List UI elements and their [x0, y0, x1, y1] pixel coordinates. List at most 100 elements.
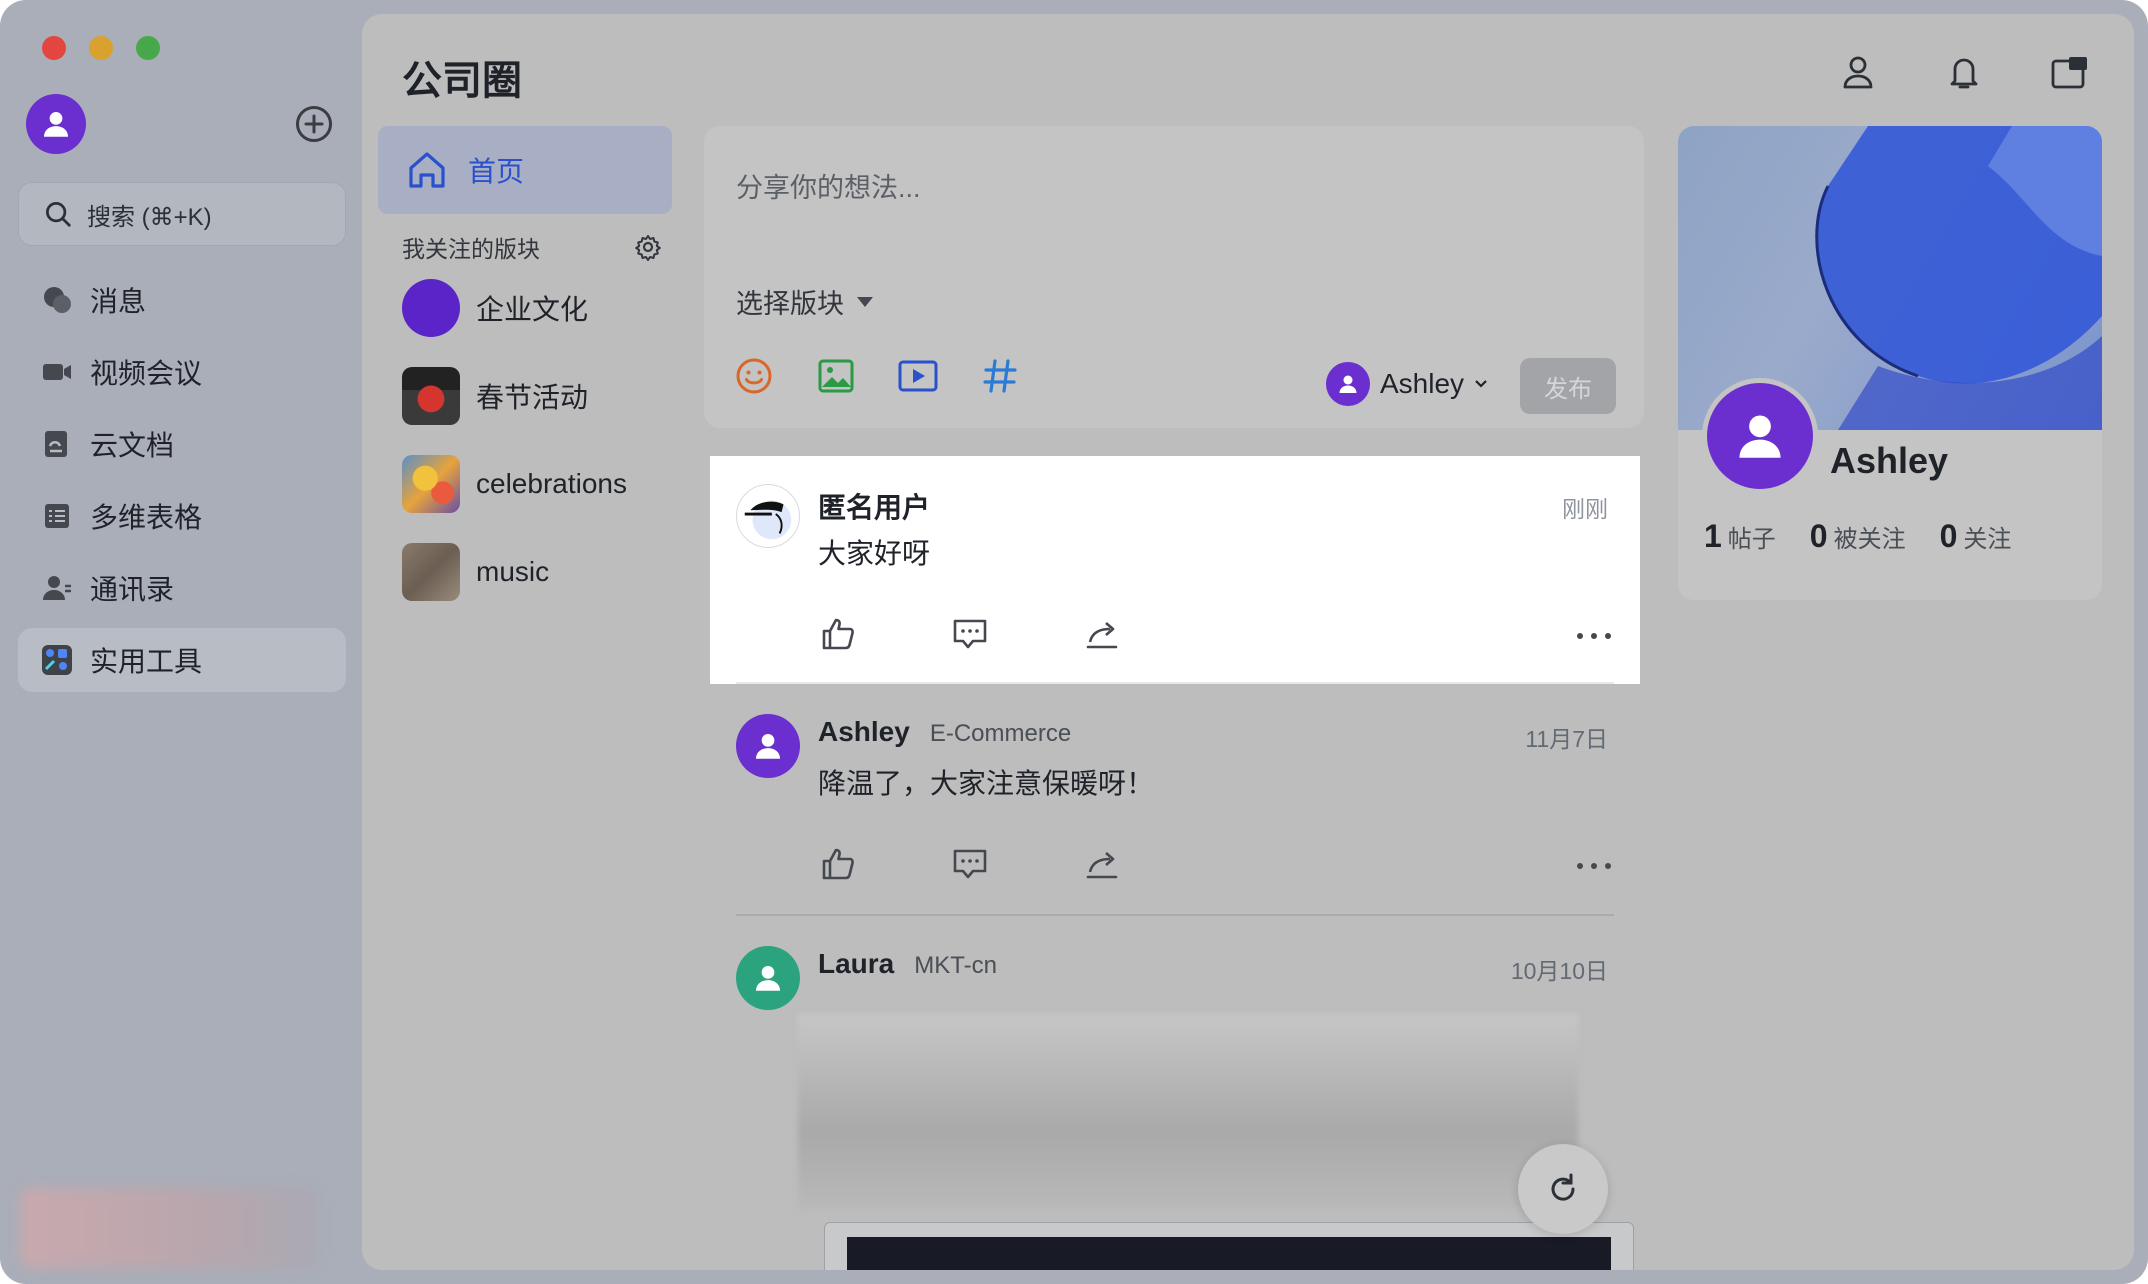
board-thumbnail [402, 279, 460, 337]
stat-following[interactable]: 0 关注 [1940, 518, 2012, 555]
anonymous-avatar[interactable] [736, 484, 800, 548]
settings-gear-icon[interactable] [634, 233, 662, 261]
board-item-celebrations[interactable]: celebrations [378, 440, 672, 528]
add-button[interactable] [296, 106, 332, 142]
person-icon [755, 965, 781, 991]
feed-post[interactable]: 匿名用户 刚刚 大家好呀 [710, 456, 1640, 684]
board-label: celebrations [476, 468, 627, 499]
chat-bubbles-icon [40, 283, 74, 317]
sidebar-item-cloud-docs[interactable]: 云文档 [18, 412, 346, 476]
person-icon[interactable] [1836, 50, 1880, 94]
bell-icon[interactable] [1942, 50, 1986, 94]
post-author-avatar[interactable] [736, 946, 800, 1010]
sidebar-item-messages[interactable]: 消息 [18, 268, 346, 332]
select-board-label: 选择版块 [736, 289, 844, 319]
contacts-icon [40, 571, 74, 605]
post-divider [736, 682, 1614, 684]
post-attachment-preview[interactable] [824, 1222, 1634, 1270]
user-avatar[interactable] [26, 94, 86, 154]
search-icon [46, 202, 71, 227]
attachment-dark-area [847, 1237, 1611, 1270]
board-thumbnail [402, 543, 460, 601]
like-icon[interactable] [818, 844, 858, 884]
feed-post[interactable]: Ashley E-Commerce 11月7日 降温了，大家注意保暖呀！ [710, 686, 1640, 916]
composer-input[interactable]: 分享你的想法... [736, 166, 921, 205]
sidebar-item-video-meeting[interactable]: 视频会议 [18, 340, 346, 404]
app-window: 搜索 (⌘+K) 消息 视频会议 云文档 多维表格 通讯录 实用工具 公司圈 首… [0, 0, 2148, 1284]
post-divider [736, 914, 1614, 916]
post-author-department: E-Commerce [929, 720, 1072, 747]
select-board-dropdown[interactable]: 选择版块 [736, 282, 874, 321]
comment-icon[interactable] [950, 614, 990, 654]
board-item-spring-festival[interactable]: 春节活动 [378, 352, 672, 440]
post-author: Ashley E-Commerce [818, 716, 1071, 748]
hashtag-icon[interactable] [980, 356, 1020, 396]
sidebar-item-contacts[interactable]: 通讯录 [18, 556, 346, 620]
stat-label: 帖子 [1727, 526, 1776, 553]
sidebar-item-label: 视频会议 [90, 358, 203, 389]
post-author-name[interactable]: Laura [818, 948, 894, 980]
person-icon [1739, 415, 1781, 458]
post-text: 降温了，大家注意保暖呀！ [818, 768, 1155, 799]
video-icon[interactable] [898, 356, 938, 396]
stat-followers[interactable]: 0 被关注 [1810, 518, 1906, 555]
stat-label: 关注 [1963, 526, 2012, 553]
profile-name[interactable]: Ashley [1830, 440, 1948, 482]
share-icon[interactable] [1082, 844, 1122, 884]
post-author-avatar[interactable] [736, 714, 800, 778]
refresh-button[interactable] [1518, 1144, 1608, 1234]
home-icon [409, 152, 445, 188]
person-icon [43, 111, 69, 137]
stat-posts[interactable]: 1 帖子 [1704, 518, 1776, 555]
sidebar-item-label: 多维表格 [90, 502, 203, 533]
post-author-name[interactable]: Ashley [818, 716, 910, 748]
followed-boards-title: 我关注的版块 [402, 236, 540, 262]
profile-stats: 1 帖子 0 被关注 0 关注 [1704, 518, 2011, 555]
post-actions [818, 844, 1122, 884]
followed-boards-header: 我关注的版块 [402, 230, 662, 264]
sidebar-nav: 消息 视频会议 云文档 多维表格 通讯录 实用工具 [18, 268, 346, 700]
composer-toolbar [734, 356, 1020, 396]
sidebar-item-tools[interactable]: 实用工具 [18, 628, 346, 692]
composer-user-name: Ashley [1380, 368, 1465, 399]
refresh-icon [1551, 1173, 1575, 1201]
cloud-doc-icon [40, 427, 74, 461]
publish-button[interactable]: 发布 [1520, 358, 1616, 414]
like-icon[interactable] [818, 614, 858, 654]
home-button[interactable]: 首页 [378, 126, 672, 214]
blurred-region [20, 1188, 318, 1268]
feed-post[interactable]: Laura MKT-cn 10月10日 [710, 918, 1640, 1270]
share-icon[interactable] [1082, 614, 1122, 654]
post-composer: 分享你的想法... 选择版块 Ashley 发布 [704, 126, 1644, 428]
main-panel: 公司圈 首页 我关注的版块 企业文化 春节活动 celebrations mus… [362, 14, 2134, 1270]
image-icon[interactable] [816, 356, 856, 396]
tools-icon [40, 643, 74, 677]
post-author-name[interactable]: 匿名用户 [818, 486, 930, 526]
post-author-department: MKT-cn [914, 952, 997, 979]
stat-label: 被关注 [1833, 526, 1906, 553]
sidebar-item-label: 云文档 [90, 430, 175, 461]
post-author: 匿名用户 [818, 486, 930, 526]
more-options-icon[interactable] [1574, 616, 1614, 656]
post-image-blurred[interactable] [798, 1014, 1578, 1210]
header-actions [1836, 50, 2092, 94]
plus-icon [304, 114, 324, 134]
board-item-music[interactable]: music [378, 528, 672, 616]
app-sidebar: 搜索 (⌘+K) 消息 视频会议 云文档 多维表格 通讯录 实用工具 [0, 0, 360, 1284]
board-item-culture[interactable]: 企业文化 [378, 264, 672, 352]
new-window-icon[interactable] [2048, 50, 2092, 94]
post-timestamp: 刚刚 [1562, 496, 1608, 522]
emoji-icon[interactable] [734, 356, 774, 396]
sidebar-item-label: 消息 [90, 286, 147, 317]
sidebar-item-base-table[interactable]: 多维表格 [18, 484, 346, 548]
more-options-icon[interactable] [1574, 846, 1614, 886]
sidebar-item-label: 通讯录 [90, 574, 175, 605]
board-label: music [476, 556, 550, 587]
comment-icon[interactable] [950, 844, 990, 884]
search-input[interactable]: 搜索 (⌘+K) [18, 182, 346, 246]
anonymous-user-icon [744, 500, 792, 540]
table-icon [40, 499, 74, 533]
profile-avatar[interactable] [1702, 378, 1818, 494]
post-timestamp: 11月7日 [1525, 726, 1608, 752]
post-as-user-selector[interactable]: Ashley [1326, 362, 1488, 406]
